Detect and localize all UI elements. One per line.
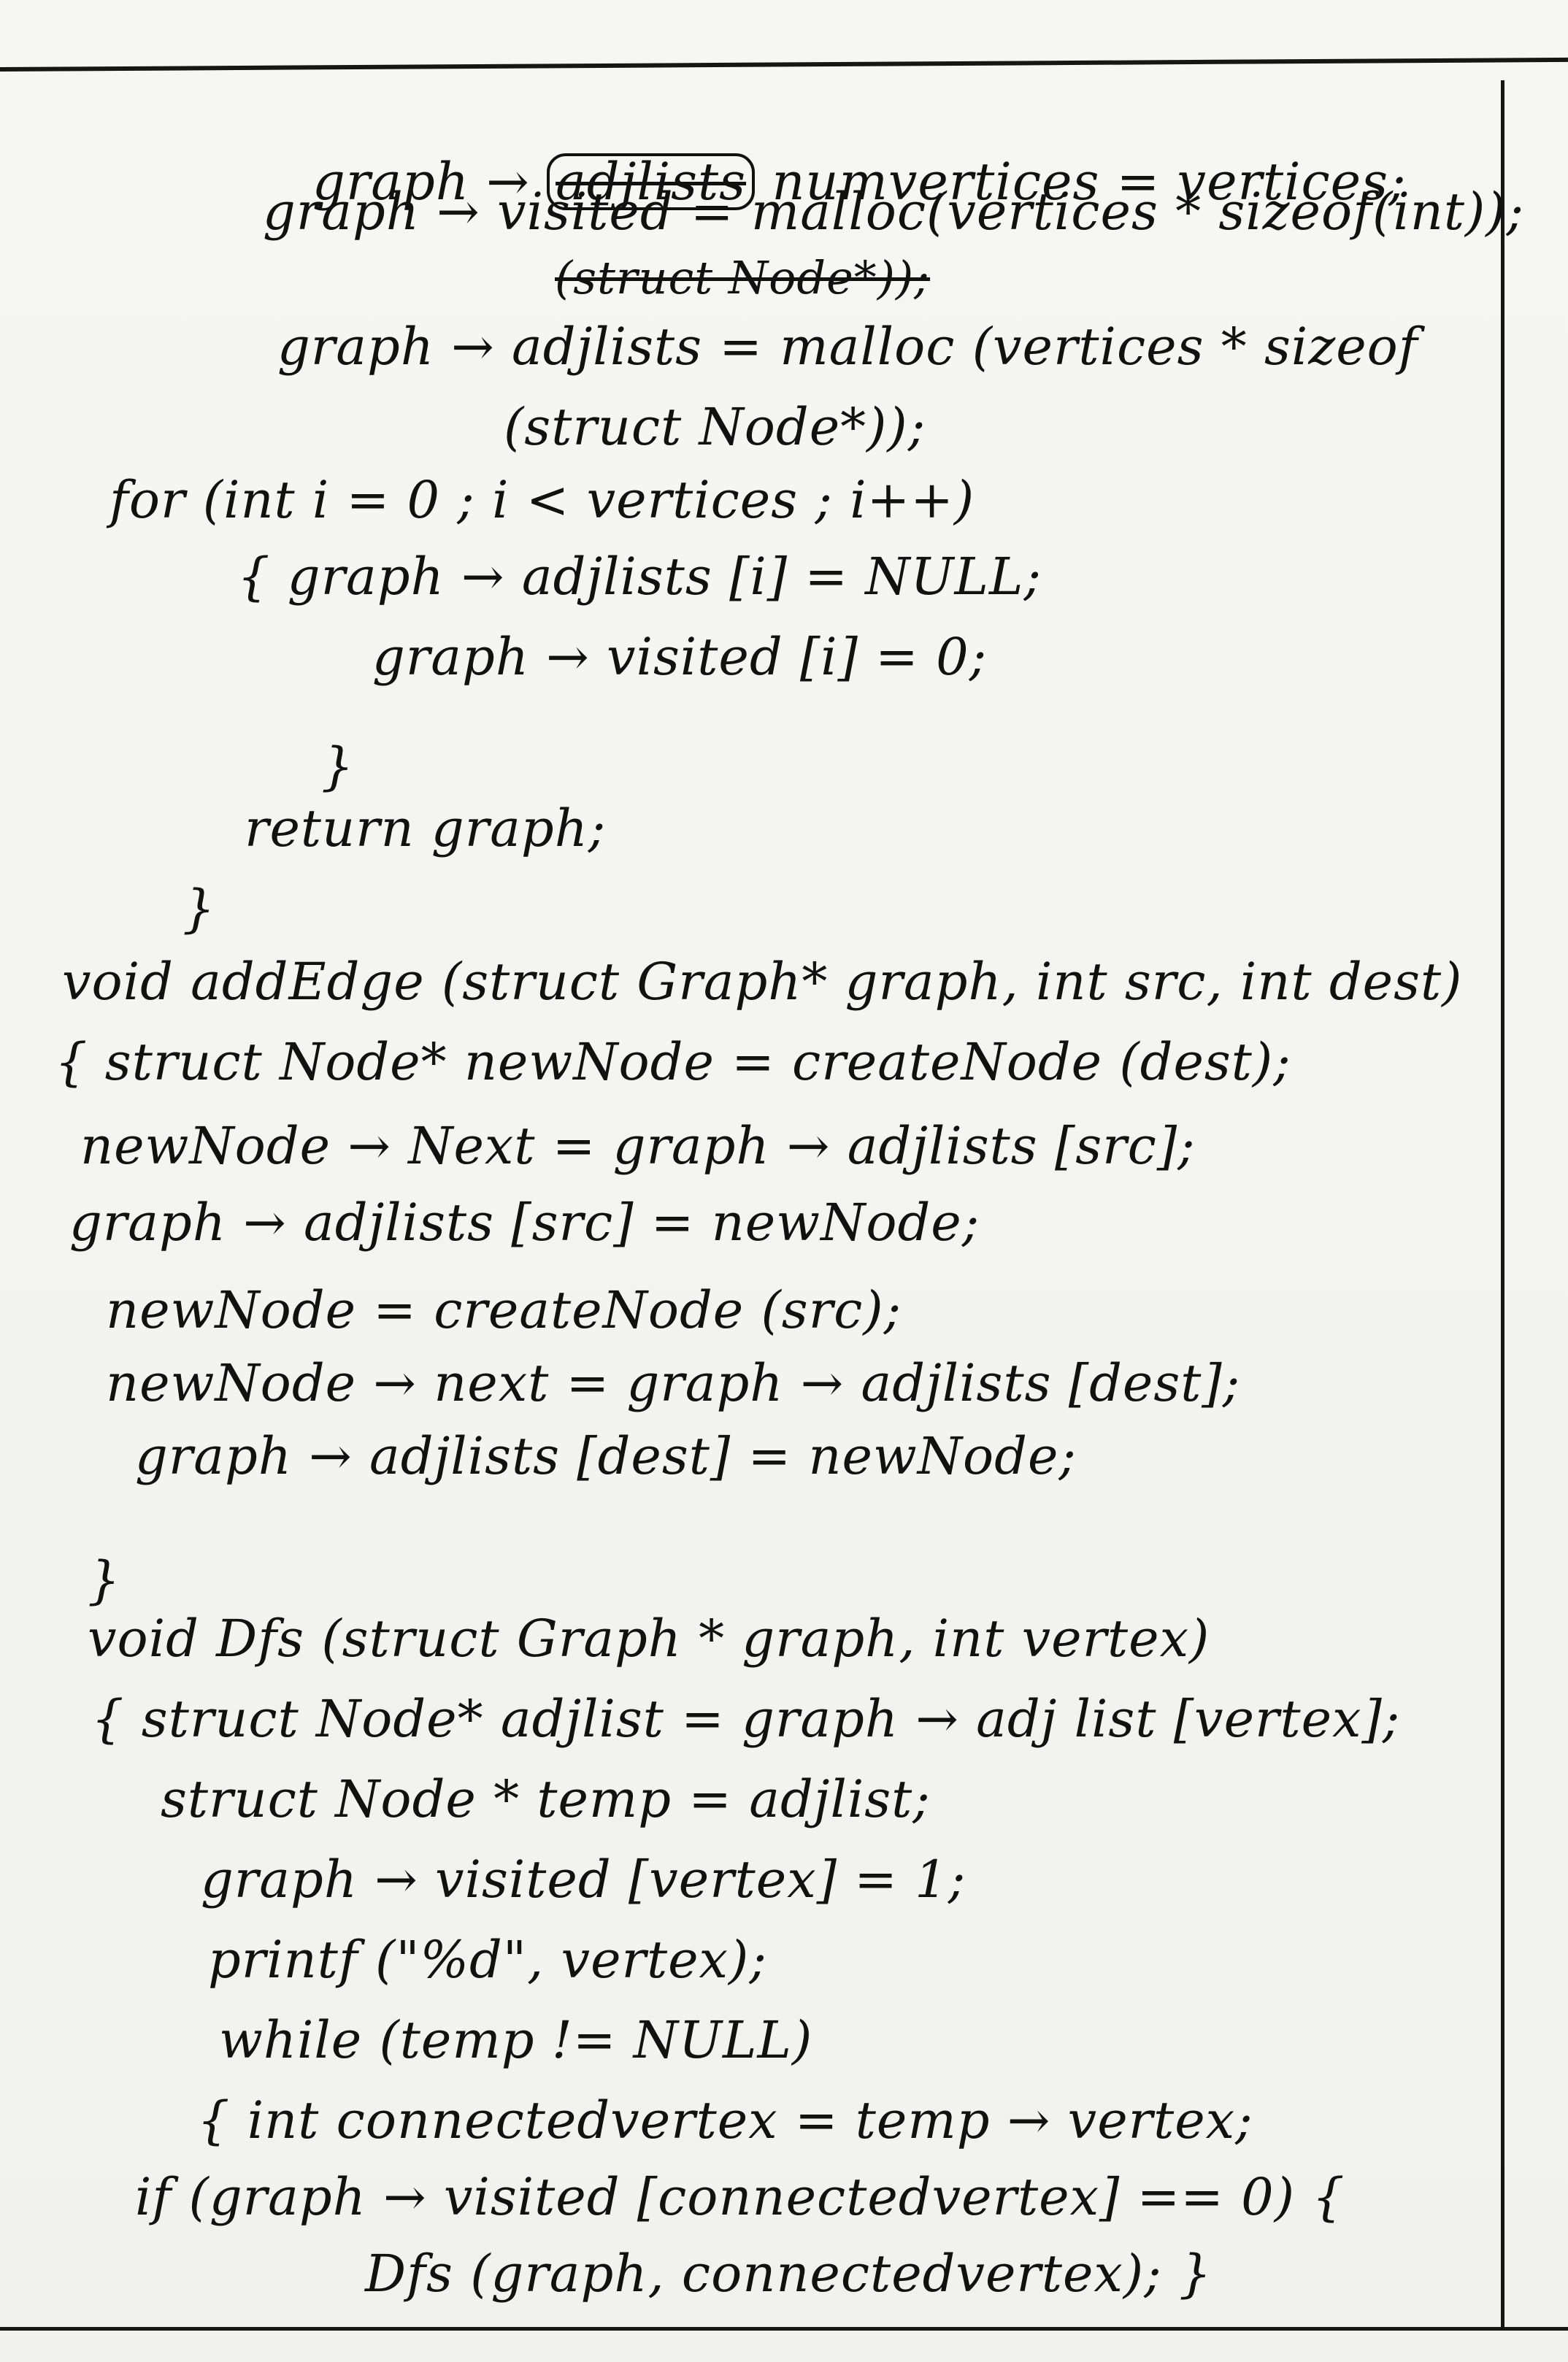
- code-line-26: if (graph → visited [connectedvertex] ==…: [135, 2167, 1345, 2227]
- code-line-9: return graph;: [245, 799, 607, 858]
- code-line-27: Dfs (graph, connectedvertex); }: [365, 2244, 1212, 2304]
- struck-out-line: (struct Node*));: [555, 251, 931, 304]
- code-line-18: }: [88, 1550, 121, 1610]
- top-rule-line: [0, 57, 1568, 72]
- code-line-6: { graph → adjlists [i] = NULL;: [237, 547, 1042, 607]
- code-line-13: newNode → Next = graph → adjlists [src];: [80, 1116, 1196, 1176]
- code-line-15: newNode = createNode (src);: [106, 1280, 902, 1340]
- code-line-25: { int connectedvertex = temp → vertex;: [197, 2090, 1253, 2150]
- code-line-22: graph → visited [vertex] = 1;: [201, 1850, 966, 1909]
- notebook-page: graph → adjlists numvertices = vertices;…: [0, 0, 1568, 2362]
- code-line-20: { struct Node* adjlist = graph → adj lis…: [91, 1689, 1401, 1749]
- code-line-11: void addEdge (struct Graph* graph, int s…: [62, 952, 1463, 1012]
- code-line-17: graph → adjlists [dest] = newNode;: [135, 1426, 1077, 1486]
- code-line-23: printf ("%d", vertex);: [208, 1930, 767, 1990]
- code-line-5: for (int i = 0 ; i < vertices ; i++): [109, 470, 975, 530]
- code-line-7: graph → visited [i] = 0;: [372, 627, 988, 687]
- code-line-21: struct Node * temp = adjlist;: [161, 1769, 931, 1829]
- code-line-3: graph → adjlists = malloc (vertices * si…: [277, 317, 1418, 377]
- code-line-2: graph → visited = malloc(vertices * size…: [263, 182, 1525, 242]
- code-line-14: graph → adjlists [src] = newNode;: [69, 1193, 980, 1253]
- bottom-rule-line: [0, 2327, 1568, 2331]
- code-line-19: void Dfs (struct Graph * graph, int vert…: [88, 1609, 1210, 1669]
- code-line-24: while (temp != NULL): [219, 2010, 813, 2070]
- code-line-8: }: [321, 736, 355, 796]
- code-line-16: newNode → next = graph → adjlists [dest]…: [106, 1353, 1241, 1413]
- code-line-4: (struct Node*));: [504, 397, 926, 457]
- code-line-10: }: [182, 879, 216, 939]
- code-line-12: { struct Node* newNode = createNode (des…: [55, 1032, 1291, 1092]
- right-margin-line: [1501, 80, 1504, 2328]
